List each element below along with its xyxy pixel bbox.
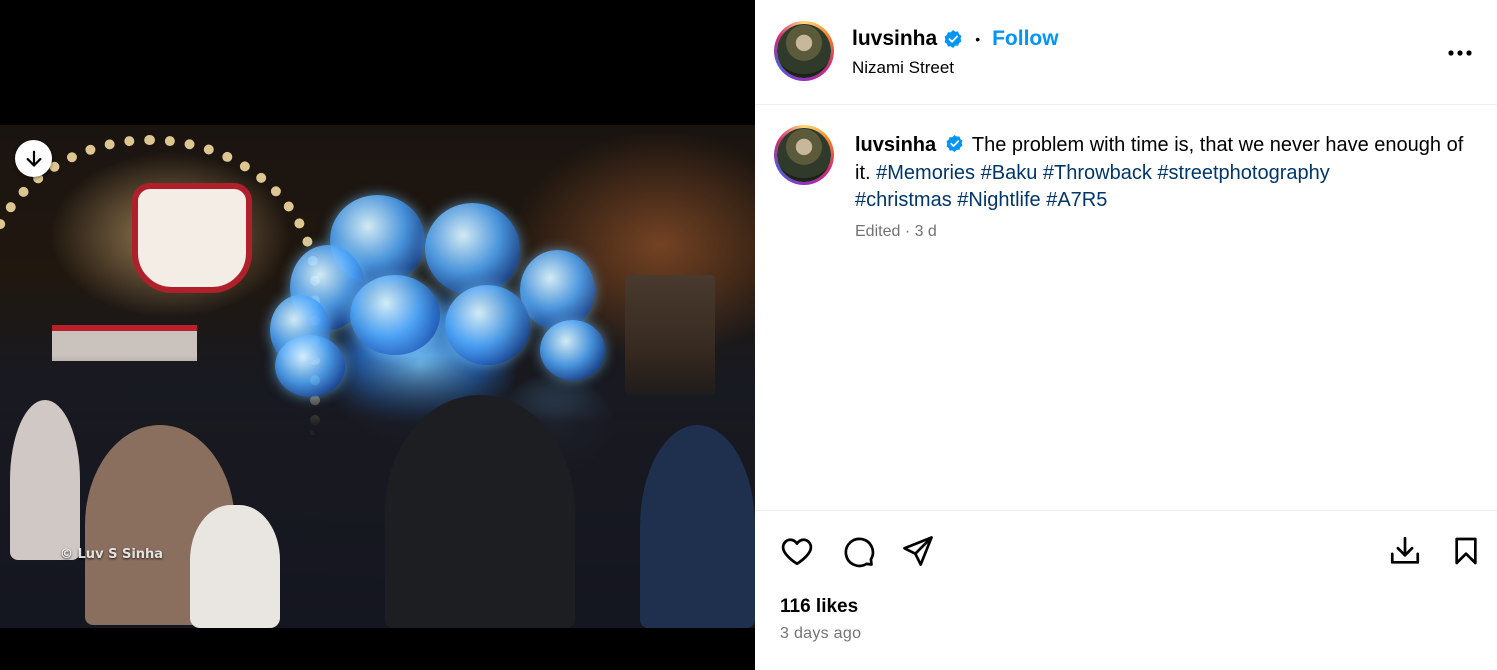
post-timestamp[interactable]: 3 days ago <box>780 625 861 643</box>
separator-dot: • <box>975 31 981 47</box>
hashtag-link[interactable]: #Memories <box>876 162 975 184</box>
post-photo[interactable]: © Luv S Sinha <box>0 125 755 628</box>
arrow-down-icon <box>25 150 42 167</box>
more-horizontal-icon <box>1448 50 1472 56</box>
person-center <box>385 395 575 628</box>
username-link[interactable]: luvsinha <box>852 27 937 51</box>
verified-badge-icon <box>944 30 962 48</box>
paper-plane-icon <box>903 536 933 566</box>
verified-badge-icon <box>946 135 963 153</box>
download-button[interactable] <box>1385 531 1425 571</box>
download-tray-icon <box>1390 536 1420 564</box>
hashtag-link[interactable]: #Nightlife <box>957 189 1040 211</box>
likes-count[interactable]: 116 likes <box>780 596 858 618</box>
post-header: luvsinha • Follow Nizami Street <box>755 0 1497 105</box>
person-right <box>640 425 755 628</box>
follow-button[interactable]: Follow <box>992 27 1059 51</box>
festive-sign <box>132 183 252 293</box>
media-pane: © Luv S Sinha <box>0 0 755 670</box>
person-beanie <box>190 505 280 628</box>
comment-button[interactable] <box>838 531 878 571</box>
action-bar <box>755 510 1497 590</box>
person-left <box>10 400 80 560</box>
more-options-button[interactable] <box>1445 38 1475 68</box>
hashtag-link[interactable]: #Baku <box>981 162 1038 184</box>
avatar[interactable] <box>774 21 834 81</box>
share-button[interactable] <box>898 531 938 571</box>
avatar[interactable] <box>774 125 834 185</box>
download-overlay-button[interactable] <box>15 140 52 177</box>
post-sidebar: luvsinha • Follow Nizami Street luvsinha <box>755 0 1497 670</box>
caption-block: luvsinha The problem with time is, that … <box>755 105 1497 510</box>
caption-text: luvsinha The problem with time is, that … <box>855 132 1465 215</box>
led-balloon <box>350 275 440 355</box>
led-balloon <box>520 250 595 330</box>
led-balloon <box>540 320 605 380</box>
hashtag-link[interactable]: #A7R5 <box>1046 189 1107 211</box>
led-balloon <box>275 335 345 397</box>
caption-username-link[interactable]: luvsinha <box>855 134 936 156</box>
hashtag-link[interactable]: #Throwback <box>1043 162 1152 184</box>
heart-icon <box>781 538 813 566</box>
led-balloon <box>445 285 530 365</box>
photo-watermark: © Luv S Sinha <box>60 547 164 562</box>
led-balloon <box>425 203 520 295</box>
hashtag-link[interactable]: #streetphotography <box>1157 162 1329 184</box>
like-button[interactable] <box>777 531 817 571</box>
speech-bubble-icon <box>844 537 875 568</box>
caption-meta: Edited · 3 d <box>855 223 937 240</box>
location-link[interactable]: Nizami Street <box>852 58 954 78</box>
bookmark-button[interactable] <box>1446 531 1486 571</box>
hashtag-link[interactable]: #christmas <box>855 189 952 211</box>
bookmark-icon <box>1455 537 1477 565</box>
